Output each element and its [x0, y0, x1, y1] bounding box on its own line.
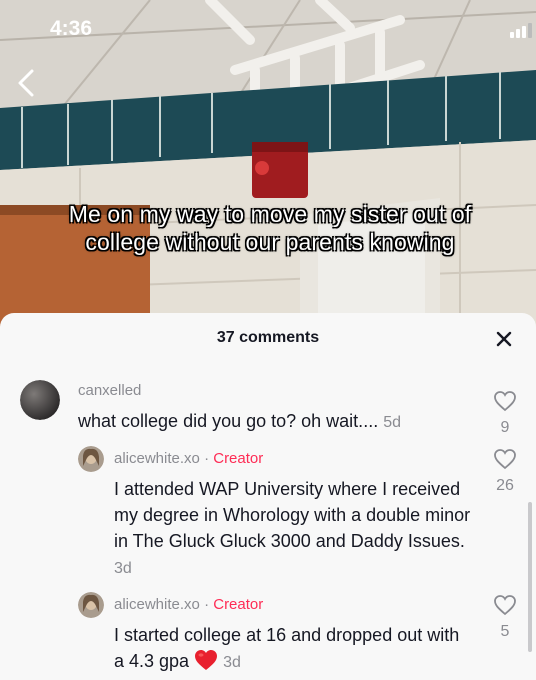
back-button[interactable]: [16, 68, 50, 102]
comment-username[interactable]: canxelled: [78, 382, 141, 399]
heart-outline-icon: [494, 595, 516, 616]
video-player[interactable]: 4:36 Me on my way to move my sister out …: [0, 0, 536, 330]
avatar-image: [78, 446, 104, 472]
creator-badge: Creator: [213, 596, 264, 613]
comment-username[interactable]: alicewhite.xo: [114, 596, 200, 613]
heart-outline-icon: [494, 391, 516, 412]
avatar[interactable]: [78, 446, 104, 472]
separator-dot: ·: [204, 596, 210, 613]
comment-username-row: alicewhite.xo · Creator: [114, 596, 263, 613]
like-button[interactable]: 26: [490, 448, 520, 495]
comment-time: 5d: [383, 414, 402, 431]
close-comments-button[interactable]: [494, 329, 514, 349]
video-caption: Me on my way to move my sister out of co…: [68, 201, 472, 255]
comment-time: 3d: [114, 560, 132, 577]
creator-badge: Creator: [213, 450, 264, 467]
like-count: 9: [500, 419, 510, 436]
comment-text: I started college at 16 and dropped out …: [114, 622, 474, 678]
avatar[interactable]: [20, 380, 60, 420]
red-heart-emoji: [194, 649, 218, 678]
like-button[interactable]: 9: [490, 390, 520, 437]
like-button[interactable]: 5: [490, 594, 520, 641]
separator-dot: ·: [204, 450, 210, 467]
status-time: 4:36: [50, 17, 93, 40]
comment-username[interactable]: alicewhite.xo: [114, 450, 200, 467]
scrollbar[interactable]: [528, 502, 532, 652]
avatar-image: [20, 380, 60, 420]
comment-text-content: I attended WAP University where I receiv…: [114, 479, 471, 551]
like-count: 5: [500, 623, 510, 640]
heart-outline-icon: [494, 449, 516, 470]
comment-text: I attended WAP University where I receiv…: [114, 476, 474, 582]
comments-count-title: 37 comments: [216, 329, 320, 346]
chevron-left-icon: [18, 69, 34, 97]
cellular-signal-icon: [510, 23, 532, 38]
comment-text-content: I started college at 16 and dropped out …: [114, 625, 460, 671]
comment-time: 3d: [223, 654, 241, 671]
comment-text-content: what college did you go to? oh wait....: [78, 411, 379, 431]
comment-text: what college did you go to? oh wait.... …: [78, 408, 478, 436]
status-bar: 4:36: [0, 0, 536, 56]
close-icon: [496, 331, 512, 347]
avatar[interactable]: [78, 592, 104, 618]
comment-username-row: alicewhite.xo · Creator: [114, 450, 263, 467]
like-count: 26: [496, 477, 514, 494]
avatar-image: [78, 592, 104, 618]
